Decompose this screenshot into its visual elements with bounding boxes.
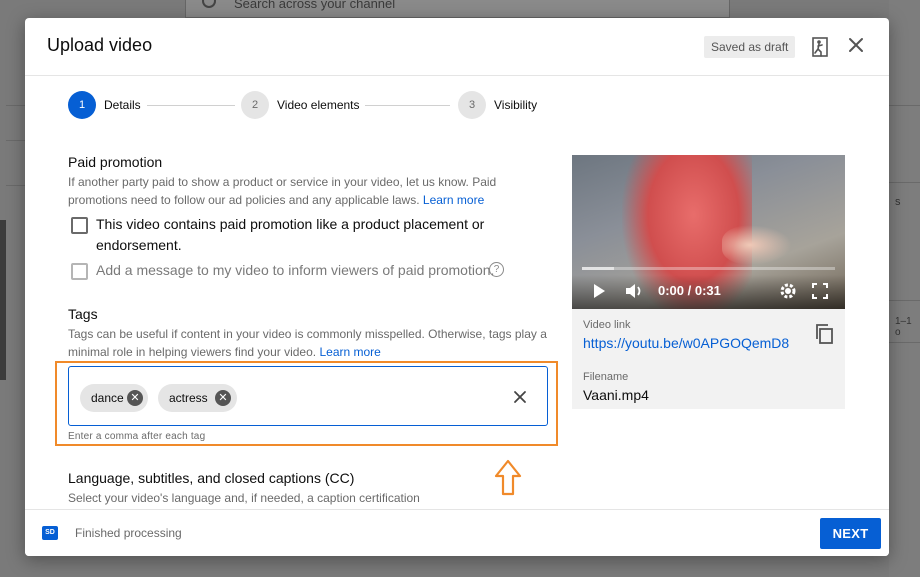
- paid-promotion-description: If another party paid to show a product …: [68, 175, 497, 207]
- saved-draft-badge: Saved as draft: [704, 36, 796, 58]
- background-right-column: s 1–1 o: [889, 0, 920, 577]
- highlight-box: [55, 361, 558, 446]
- video-time: 0:00 / 0:31: [658, 283, 721, 298]
- background-left-bar: [0, 220, 6, 380]
- video-link-label: Video link: [583, 319, 631, 331]
- volume-icon[interactable]: [624, 282, 644, 300]
- search-icon: [202, 0, 216, 8]
- step-1-circle[interactable]: 1: [68, 91, 96, 119]
- step-visibility-label[interactable]: Visibility: [494, 98, 537, 112]
- help-icon[interactable]: ?: [489, 262, 504, 277]
- step-connector: [147, 105, 235, 106]
- paid-promotion-checkbox[interactable]: [71, 217, 88, 234]
- step-2-circle[interactable]: 2: [241, 91, 269, 119]
- settings-gear-icon[interactable]: [779, 282, 797, 300]
- background-right-range: 1–1 o: [895, 316, 912, 338]
- filename-label: Filename: [583, 371, 629, 383]
- next-button[interactable]: NEXT: [820, 518, 881, 549]
- background-search-bar: Search across your channel: [185, 0, 730, 18]
- language-title: Language, subtitles, and closed captions…: [68, 470, 355, 486]
- paid-promotion-learn-more-link[interactable]: Learn more: [423, 193, 484, 207]
- video-link[interactable]: https://youtu.be/w0APGOQemD8: [583, 335, 789, 351]
- dialog-title: Upload video: [47, 35, 153, 55]
- language-description: Select your video's language and, if nee…: [68, 491, 420, 505]
- background-search-placeholder: Search across your channel: [234, 0, 396, 11]
- promotion-message-checkbox-label: Add a message to my video to inform view…: [96, 262, 495, 278]
- background-right-text: s: [895, 196, 901, 208]
- dialog-header: Upload video Saved as draft: [25, 18, 889, 76]
- copy-icon[interactable]: [814, 323, 834, 345]
- step-details-label[interactable]: Details: [104, 98, 141, 112]
- step-video-elements-label[interactable]: Video elements: [277, 98, 360, 112]
- processing-status: Finished processing: [75, 526, 182, 540]
- promotion-message-checkbox[interactable]: [71, 263, 88, 280]
- sd-badge-icon: SD: [42, 526, 58, 540]
- tags-title: Tags: [68, 306, 98, 322]
- paid-promotion-title: Paid promotion: [68, 154, 163, 170]
- fullscreen-icon[interactable]: [812, 283, 828, 299]
- video-progress-bar[interactable]: [582, 267, 835, 270]
- video-player[interactable]: 0:00 / 0:31: [572, 155, 845, 309]
- paid-promotion-checkbox-label[interactable]: This video contains paid promotion like …: [96, 214, 516, 256]
- close-icon[interactable]: [845, 34, 867, 56]
- step-3-circle[interactable]: 3: [458, 91, 486, 119]
- play-icon[interactable]: [592, 283, 606, 299]
- step-connector: [365, 105, 450, 106]
- tags-description: Tags can be useful if content in your vi…: [68, 327, 547, 359]
- upload-stepper: 1 Details 2 Video elements 3 Visibility: [25, 90, 889, 120]
- dialog-footer: SD Finished processing NEXT: [25, 509, 889, 556]
- tags-learn-more-link[interactable]: Learn more: [319, 345, 380, 359]
- filename-value: Vaani.mp4: [583, 387, 649, 403]
- video-preview-card: 0:00 / 0:31 Video link https://youtu.be/…: [572, 155, 845, 409]
- upload-dialog: Upload video Saved as draft 1 Details 2 …: [25, 18, 889, 556]
- feedback-icon[interactable]: [810, 36, 830, 58]
